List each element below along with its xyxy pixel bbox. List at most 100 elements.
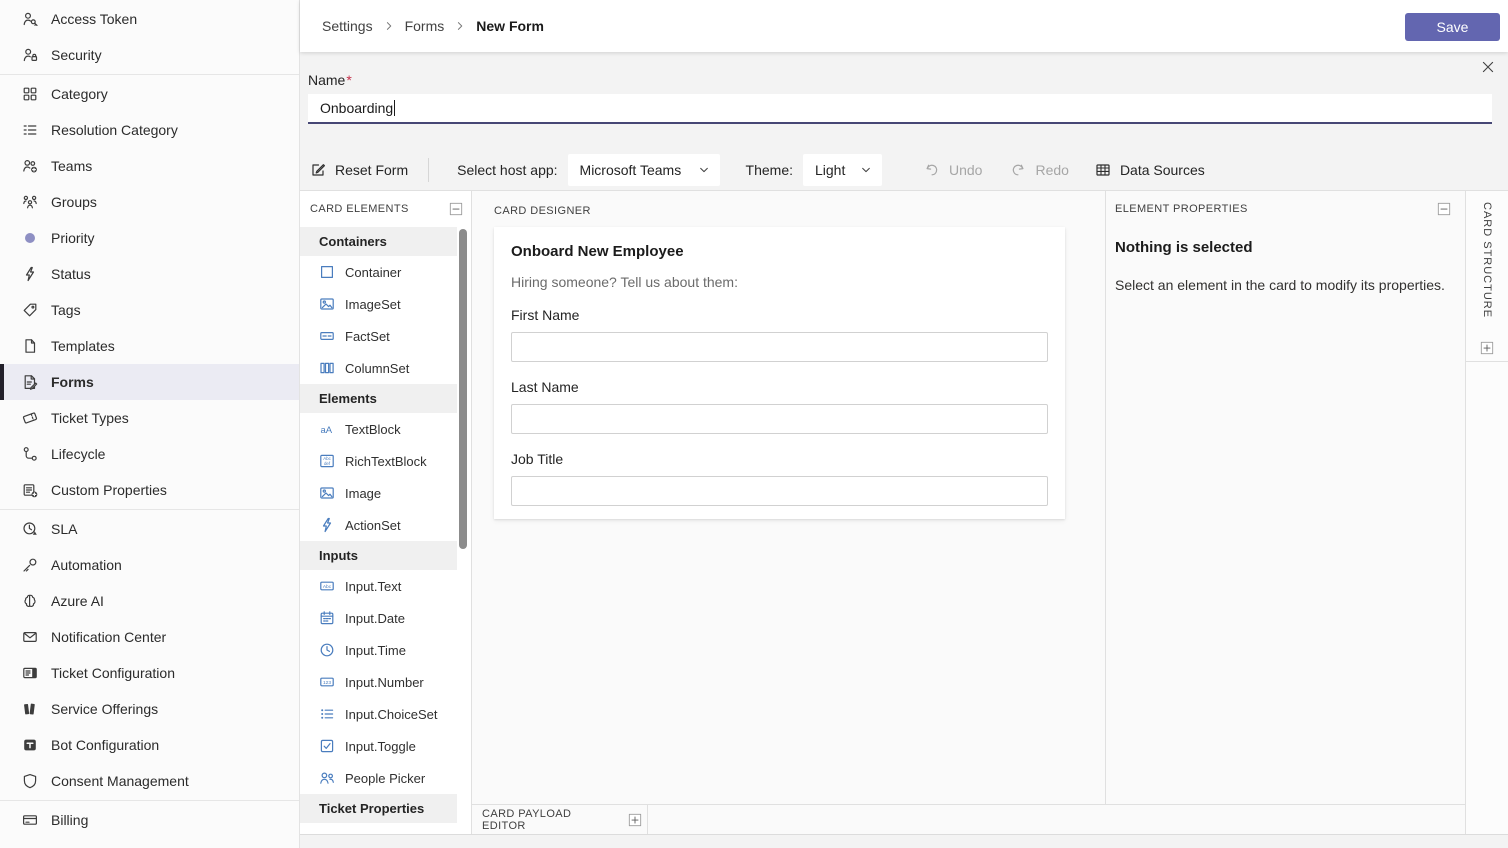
undo-button[interactable]: Undo — [924, 162, 982, 178]
field-label[interactable]: First Name — [511, 307, 1048, 323]
sidebar-item-sla[interactable]: SLA — [0, 511, 299, 547]
theme-select[interactable]: Light — [803, 154, 882, 186]
element-label: Input.ChoiceSet — [345, 706, 438, 722]
sidebar-item-notification-center[interactable]: Notification Center — [0, 619, 299, 655]
breadcrumb-forms[interactable]: Forms — [405, 18, 445, 34]
sidebar-item-label: Priority — [51, 230, 95, 246]
expand-structure-icon[interactable] — [1480, 341, 1494, 355]
element-item-container[interactable]: Container — [300, 256, 471, 288]
image-icon — [319, 485, 335, 501]
element-item-input-choiceset[interactable]: Input.ChoiceSet — [300, 698, 471, 730]
field-label[interactable]: Job Title — [511, 451, 1048, 467]
collapse-panel-icon[interactable] — [449, 202, 463, 216]
element-item-input-number[interactable]: 123 Input.Number — [300, 666, 471, 698]
input-number-icon: 123 — [319, 674, 335, 690]
access-token-icon — [22, 11, 38, 27]
section-header-inputs[interactable]: Inputs — [300, 541, 457, 570]
sidebar-item-label: Service Offerings — [51, 701, 159, 717]
element-item-image[interactable]: Image — [300, 477, 471, 509]
properties-empty-title: Nothing is selected — [1115, 239, 1253, 256]
sidebar-item-bot-configuration[interactable]: Bot Configuration — [0, 727, 299, 763]
sidebar-item-azure-ai[interactable]: Azure AI — [0, 583, 299, 619]
sidebar-divider — [0, 509, 299, 510]
card-structure-title: CARD STRUCTURE — [1481, 202, 1493, 319]
expand-payload-icon[interactable] — [628, 813, 642, 827]
host-app-label: Select host app: — [457, 162, 558, 178]
input-text-icon: Abc — [319, 578, 335, 594]
svg-text:def: def — [324, 461, 331, 466]
sidebar-item-ticket-configuration[interactable]: Ticket Configuration — [0, 655, 299, 691]
form-name-input[interactable]: Onboarding — [308, 94, 1492, 124]
element-label: Container — [345, 264, 402, 280]
sidebar-item-teams[interactable]: Teams — [0, 148, 299, 184]
sidebar-item-security[interactable]: Security — [0, 37, 299, 73]
element-item-input-date[interactable]: Input.Date — [300, 602, 471, 634]
breadcrumb-settings[interactable]: Settings — [322, 18, 373, 34]
designer-toolbar: Reset Form Select host app: Microsoft Te… — [300, 150, 1508, 190]
factset-icon — [319, 328, 335, 344]
richtextblock-icon: Abc def — [319, 453, 335, 469]
reset-form-button[interactable]: Reset Form — [310, 162, 408, 178]
section-title: Ticket Properties — [319, 801, 425, 816]
field-label[interactable]: Last Name — [511, 379, 1048, 395]
sidebar-item-status[interactable]: Status — [0, 256, 299, 292]
field-input-last-name[interactable] — [511, 404, 1048, 434]
element-item-input-text[interactable]: Abc Input.Text — [300, 570, 471, 602]
sidebar-item-priority[interactable]: Priority — [0, 220, 299, 256]
element-item-actionset[interactable]: ActionSet — [300, 509, 471, 541]
element-item-richtextblock[interactable]: Abc def RichTextBlock — [300, 445, 471, 477]
ticket-types-icon — [22, 410, 38, 426]
sidebar-item-label: Bot Configuration — [51, 737, 160, 753]
collapse-properties-icon[interactable] — [1437, 202, 1451, 216]
sidebar-item-custom-properties[interactable]: Custom Properties — [0, 472, 299, 508]
redo-button[interactable]: Redo — [1010, 162, 1069, 178]
card-subtitle[interactable]: Hiring someone? Tell us about them: — [511, 274, 1048, 290]
sidebar-item-consent-management[interactable]: Consent Management — [0, 763, 299, 799]
data-sources-button[interactable]: Data Sources — [1095, 162, 1205, 178]
element-item-textblock[interactable]: aA TextBlock — [300, 413, 471, 445]
elements-scrollbar[interactable] — [459, 229, 467, 549]
card-title[interactable]: Onboard New Employee — [511, 243, 1048, 260]
card-field-last-name: Last Name — [511, 379, 1048, 434]
sla-icon — [22, 521, 38, 537]
field-input-first-name[interactable] — [511, 332, 1048, 362]
sidebar-item-label: Consent Management — [51, 773, 189, 789]
card-field-job-title: Job Title — [511, 451, 1048, 506]
adaptive-card-preview[interactable]: Onboard New Employee Hiring someone? Tel… — [494, 227, 1065, 519]
clear-name-icon[interactable] — [1480, 59, 1496, 75]
undo-label: Undo — [949, 162, 983, 178]
sidebar-item-lifecycle[interactable]: Lifecycle — [0, 436, 299, 472]
sidebar-item-service-offerings[interactable]: Service Offerings — [0, 691, 299, 727]
field-input-job-title[interactable] — [511, 476, 1048, 506]
sidebar-item-templates[interactable]: Templates — [0, 328, 299, 364]
sidebar-item-forms[interactable]: Forms — [0, 364, 299, 400]
save-button[interactable]: Save — [1405, 13, 1500, 41]
card-structure-tab[interactable]: CARD STRUCTURE — [1466, 191, 1508, 362]
sidebar-item-category[interactable]: Category — [0, 76, 299, 112]
element-item-people-picker[interactable]: People Picker — [300, 762, 471, 794]
element-item-factset[interactable]: FactSet — [300, 320, 471, 352]
sidebar-item-automation[interactable]: Automation — [0, 547, 299, 583]
section-header-elements[interactable]: Elements — [300, 384, 457, 413]
host-app-select[interactable]: Microsoft Teams — [567, 154, 720, 186]
name-label-text: Name — [308, 72, 346, 88]
sidebar-item-label: SLA — [51, 521, 78, 537]
sidebar-item-resolution-category[interactable]: Resolution Category — [0, 112, 299, 148]
section-header-containers[interactable]: Containers — [300, 227, 457, 256]
redo-icon — [1010, 162, 1026, 178]
sidebar-item-label: Security — [51, 47, 102, 63]
input-choiceset-icon — [319, 706, 335, 722]
designer-workspace: CARD ELEMENTS Containers Container Image… — [300, 190, 1508, 835]
sidebar-item-access-token[interactable]: Access Token — [0, 1, 299, 37]
columnset-icon — [319, 360, 335, 376]
sidebar-item-ticket-types[interactable]: Ticket Types — [0, 400, 299, 436]
element-item-input-toggle[interactable]: Input.Toggle — [300, 730, 471, 762]
element-item-columnset[interactable]: ColumnSet — [300, 352, 471, 384]
sidebar-item-tags[interactable]: Tags — [0, 292, 299, 328]
sidebar-divider — [0, 800, 299, 801]
sidebar-item-billing[interactable]: Billing — [0, 802, 299, 838]
element-item-input-time[interactable]: Input.Time — [300, 634, 471, 666]
section-header-ticket-properties[interactable]: Ticket Properties — [300, 794, 457, 823]
sidebar-item-groups[interactable]: Groups — [0, 184, 299, 220]
element-item-imageset[interactable]: ImageSet — [300, 288, 471, 320]
